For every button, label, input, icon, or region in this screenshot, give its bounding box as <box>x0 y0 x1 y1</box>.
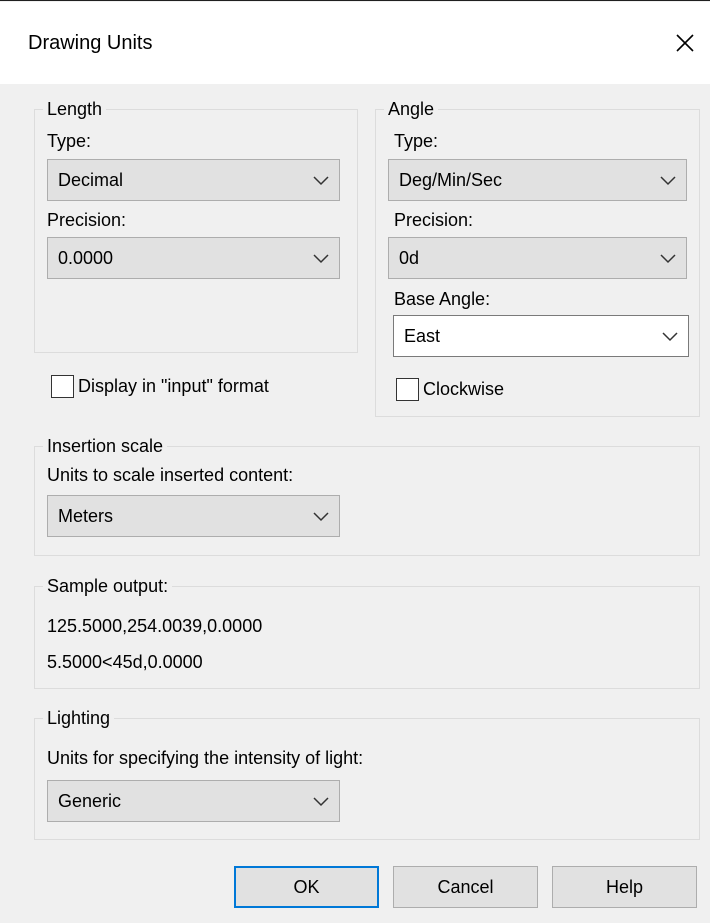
angle-precision-label: Precision: <box>394 210 474 230</box>
angle-precision-value: 0d <box>399 248 420 268</box>
lighting-units-label: Units for specifying the intensity of li… <box>47 748 364 768</box>
angle-precision-select[interactable]: 0d <box>388 237 687 279</box>
close-icon <box>676 34 694 52</box>
length-legend: Length <box>43 96 107 122</box>
base-angle-value: East <box>404 326 441 346</box>
checkbox-box[interactable] <box>396 378 419 401</box>
sample-output-group: Sample output: <box>34 573 700 689</box>
sample-output-line-1: 125.5000,254.0039,0.0000 <box>47 616 263 636</box>
display-input-format-checkbox[interactable]: Display in "input" format <box>51 375 269 398</box>
angle-type-value: Deg/Min/Sec <box>399 170 503 190</box>
ok-button[interactable]: OK <box>234 866 379 908</box>
angle-type-select[interactable]: Deg/Min/Sec <box>388 159 687 201</box>
angle-legend: Angle <box>384 96 439 122</box>
dialog-title: Drawing Units <box>28 32 153 54</box>
lighting-units-value: Generic <box>58 791 122 811</box>
length-type-value: Decimal <box>58 170 124 190</box>
base-angle-label: Base Angle: <box>394 289 491 309</box>
clockwise-label: Clockwise <box>423 379 505 399</box>
checkbox-box[interactable] <box>51 375 74 398</box>
title-bar: Drawing Units <box>0 2 710 84</box>
cancel-button[interactable]: Cancel <box>393 866 538 908</box>
insertion-units-select[interactable]: Meters <box>47 495 340 537</box>
length-type-label: Type: <box>47 131 92 151</box>
chevron-down-icon <box>660 176 676 186</box>
chevron-down-icon <box>313 176 329 186</box>
display-input-format-label: Display in "input" format <box>78 376 269 396</box>
lighting-legend: Lighting <box>43 705 115 731</box>
insertion-units-value: Meters <box>58 506 114 526</box>
chevron-down-icon <box>313 512 329 522</box>
length-type-select[interactable]: Decimal <box>47 159 340 201</box>
insertion-units-label: Units to scale inserted content: <box>47 465 294 485</box>
insertion-scale-legend: Insertion scale <box>43 433 168 459</box>
length-precision-label: Precision: <box>47 210 127 230</box>
lighting-units-select[interactable]: Generic <box>47 780 340 822</box>
base-angle-select[interactable]: East <box>393 315 689 357</box>
close-button[interactable] <box>664 22 706 64</box>
length-precision-select[interactable]: 0.0000 <box>47 237 340 279</box>
chevron-down-icon <box>313 254 329 264</box>
sample-output-line-2: 5.5000<45d,0.0000 <box>47 652 203 672</box>
chevron-down-icon <box>660 254 676 264</box>
sample-output-legend: Sample output: <box>43 573 173 599</box>
angle-type-label: Type: <box>394 131 439 151</box>
chevron-down-icon <box>662 332 678 342</box>
help-button[interactable]: Help <box>552 866 697 908</box>
chevron-down-icon <box>313 797 329 807</box>
length-precision-value: 0.0000 <box>58 248 114 268</box>
clockwise-checkbox[interactable]: Clockwise <box>396 378 504 401</box>
drawing-units-dialog: Drawing Units Length Type: Decimal Preci… <box>0 0 710 923</box>
